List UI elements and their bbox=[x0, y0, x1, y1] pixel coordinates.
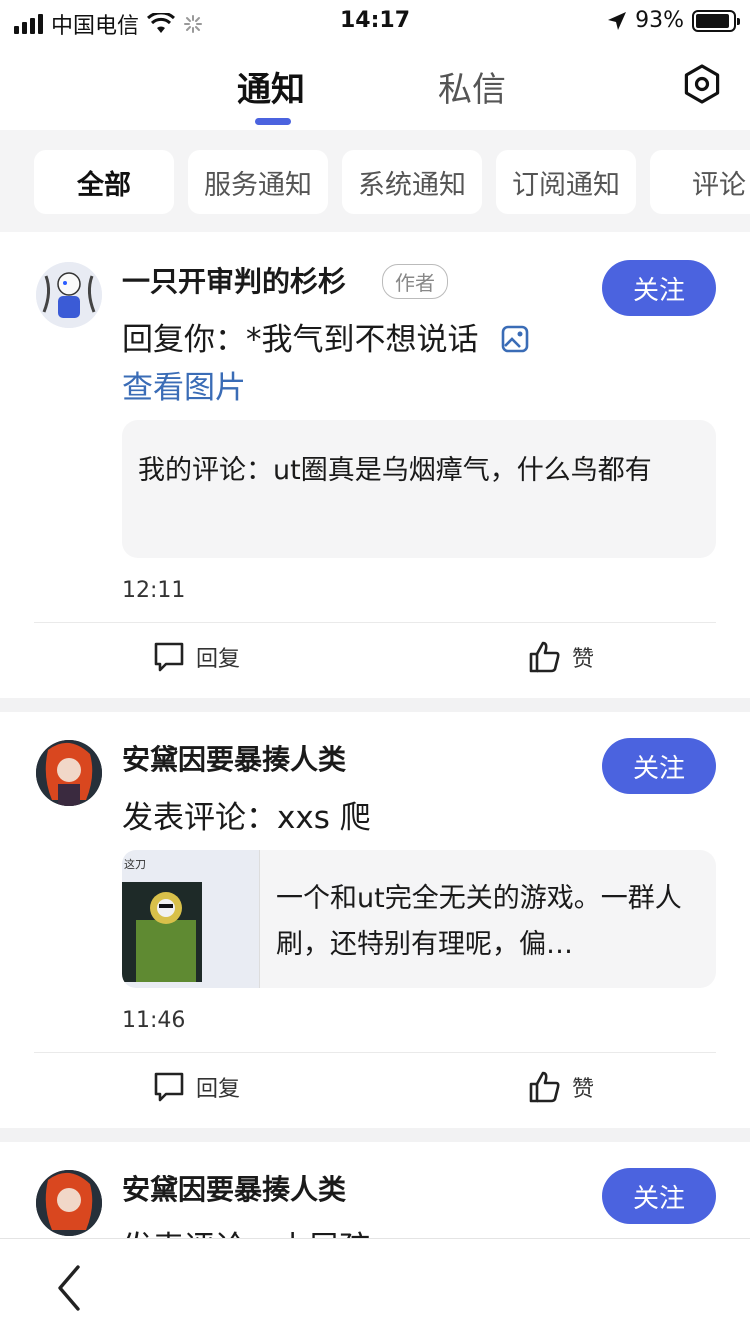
battery-fill bbox=[696, 13, 730, 28]
follow-button[interactable]: 关注 bbox=[602, 1168, 716, 1224]
settings-icon[interactable] bbox=[682, 64, 722, 104]
avatar-image bbox=[36, 740, 102, 806]
location-arrow-icon bbox=[608, 11, 627, 30]
filter-all[interactable]: 全部 bbox=[34, 150, 174, 214]
thumbs-up-icon bbox=[529, 1071, 560, 1103]
top-nav: 通知 私信 bbox=[0, 40, 750, 130]
back-arrow-icon[interactable] bbox=[52, 1263, 88, 1313]
thumbs-up-icon bbox=[529, 641, 560, 673]
avatar[interactable] bbox=[36, 1170, 102, 1236]
follow-button[interactable]: 关注 bbox=[602, 260, 716, 316]
reply-button[interactable]: 回复 bbox=[152, 640, 240, 674]
section-divider bbox=[0, 1128, 750, 1142]
quoted-comment-text: 我的评论：ut圈真是乌烟瘴气，什么鸟都有 bbox=[138, 455, 652, 486]
timestamp: 11:46 bbox=[122, 1008, 186, 1033]
comment-content: 发表评论：xxs 爬 bbox=[122, 800, 371, 836]
comment-icon bbox=[154, 642, 184, 672]
like-button[interactable]: 赞 bbox=[528, 640, 594, 674]
filter-system[interactable]: 系统通知 bbox=[342, 150, 482, 214]
notification-card: 安黛因要暴揍人类 关注 发表评论：小屁孩 bbox=[0, 1142, 750, 1238]
avatar-image bbox=[36, 1170, 102, 1236]
comment-icon bbox=[154, 1072, 184, 1102]
notification-card: 安黛因要暴揍人类 关注 发表评论：xxs 爬 这刀 一个和ut完全无关的游戏。一… bbox=[0, 712, 750, 1128]
divider-line bbox=[34, 622, 716, 623]
tab-notifications[interactable]: 通知 bbox=[237, 62, 305, 111]
quoted-post-text: 一个和ut完全无关的游戏。一群人刷，还特别有理呢，偏… bbox=[276, 883, 682, 960]
avatar-image bbox=[36, 262, 102, 328]
filter-service[interactable]: 服务通知 bbox=[188, 150, 328, 214]
image-icon bbox=[502, 325, 529, 353]
active-tab-indicator bbox=[255, 118, 291, 125]
tab-messages[interactable]: 私信 bbox=[438, 62, 506, 111]
follow-button[interactable]: 关注 bbox=[602, 738, 716, 794]
like-button[interactable]: 赞 bbox=[528, 1070, 594, 1104]
quoted-post[interactable]: 这刀 一个和ut完全无关的游戏。一群人刷，还特别有理呢，偏… bbox=[122, 850, 716, 988]
avatar[interactable] bbox=[36, 262, 102, 328]
author-badge: 作者 bbox=[382, 264, 448, 299]
status-right: 93% bbox=[607, 8, 740, 33]
timestamp: 12:11 bbox=[122, 578, 186, 603]
reply-label: 回复 bbox=[196, 1077, 241, 1102]
comment-content: 发表评论：小屁孩 bbox=[122, 1222, 370, 1238]
battery-percent: 93% bbox=[635, 8, 684, 33]
username[interactable]: 一只开审判的杉杉 bbox=[122, 260, 346, 300]
bottom-bar bbox=[0, 1238, 750, 1334]
filter-subscription[interactable]: 订阅通知 bbox=[496, 150, 636, 214]
username[interactable]: 安黛因要暴揍人类 bbox=[122, 738, 346, 778]
reply-text: 回复你：*我气到不想说话 bbox=[122, 322, 479, 358]
section-divider bbox=[0, 698, 750, 712]
view-image-link[interactable]: 查看图片 bbox=[122, 362, 246, 407]
reply-button[interactable]: 回复 bbox=[152, 1070, 240, 1104]
post-thumbnail: 这刀 bbox=[122, 850, 260, 988]
quoted-comment[interactable]: 我的评论：ut圈真是乌烟瘴气，什么鸟都有 bbox=[122, 420, 716, 558]
like-label: 赞 bbox=[572, 647, 595, 672]
filter-bar: 全部 服务通知 系统通知 订阅通知 评论 bbox=[0, 130, 750, 232]
notification-card: 一只开审判的杉杉 作者 关注 回复你：*我气到不想说话 查看图片 我的评论：ut… bbox=[0, 232, 750, 698]
filter-comments[interactable]: 评论 bbox=[650, 150, 750, 214]
reply-content: 回复你：*我气到不想说话 bbox=[122, 314, 530, 359]
avatar[interactable] bbox=[36, 740, 102, 806]
thumbnail-caption: 这刀 bbox=[124, 858, 146, 871]
like-label: 赞 bbox=[572, 1077, 595, 1102]
divider-line bbox=[34, 1052, 716, 1053]
reply-label: 回复 bbox=[196, 647, 241, 672]
status-bar: 中国电信 14:17 93% bbox=[0, 0, 750, 40]
battery-icon bbox=[692, 9, 740, 32]
username[interactable]: 安黛因要暴揍人类 bbox=[122, 1168, 346, 1208]
